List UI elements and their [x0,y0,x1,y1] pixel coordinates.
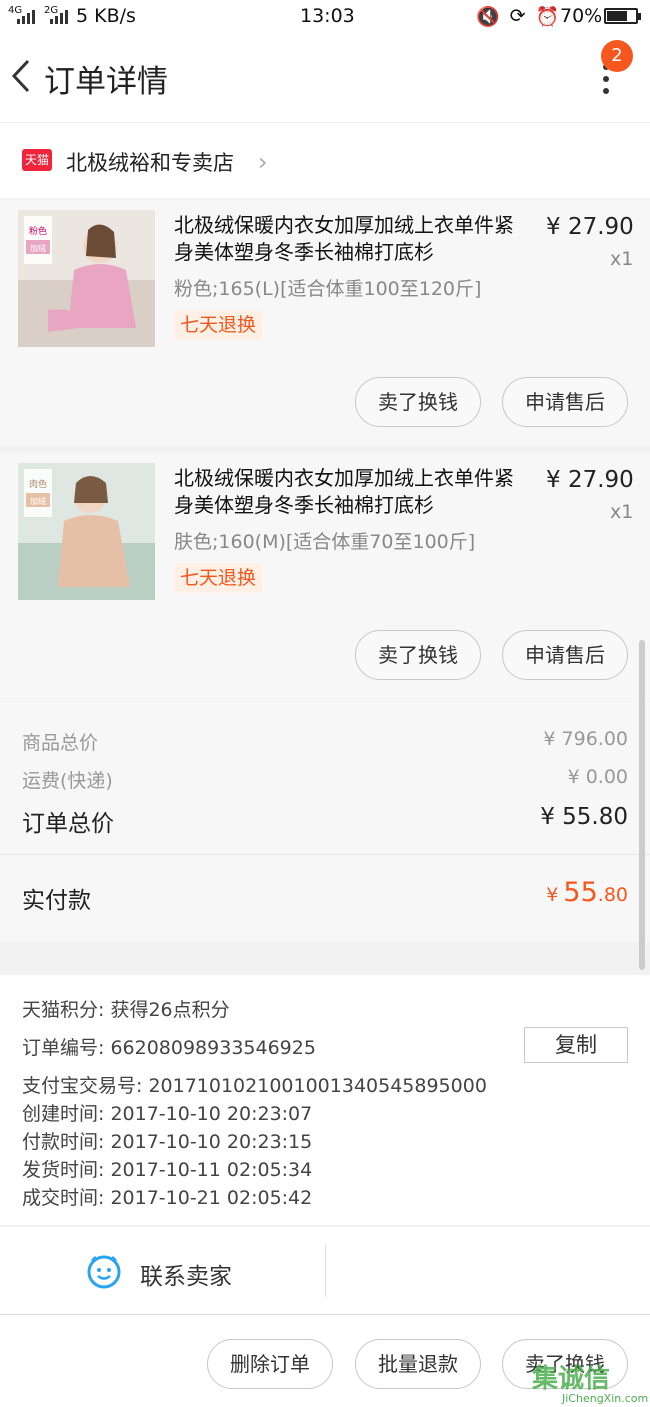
price-summary: 商品总价 ¥ 796.00 运费(快递) ¥ 0.00 订单总价 ¥ 55.80… [0,702,650,942]
product-sku: 粉色;165(L)[适合体重100至120斤] [174,278,482,300]
product-quantity: x1 [610,501,634,523]
contact-seller-row: 联系卖家 [0,1226,650,1314]
product-thumbnail[interactable]: 粉色 加绒 [18,210,155,347]
alipay-number: 支付宝交易号: 2017101021001001340545895000 [22,1075,487,1097]
amount-paid-value: ¥ 55.80 [546,877,628,908]
return-policy-badge: 七天退换 [174,310,263,340]
watermark-logo: 集诚信 JiChengXin.com [532,1364,649,1405]
contact-seller-button[interactable]: 联系卖家 [140,1257,232,1291]
product-title[interactable]: 北极绒保暖内衣女加厚加绒上衣单件紧身美体塑身冬季长袖棉打底杉 [174,465,530,519]
copy-button[interactable]: 复制 [524,1027,628,1063]
order-total-label: 订单总价 [22,811,114,837]
thumb-label-2: 加绒 [30,496,46,506]
nav-bar: 订单详情 2 [0,34,650,122]
scrollbar[interactable] [639,640,645,970]
clock: 13:03 [300,5,355,27]
order-total-value: ¥ 55.80 [540,804,628,830]
tmall-logo-icon: 天猫 [22,149,52,171]
shop-row[interactable]: 天猫 北极绒裕和专卖店 › [0,122,650,198]
delete-order-button[interactable]: 删除订单 [207,1339,333,1389]
after-sale-button[interactable]: 申请售后 [502,377,628,427]
goods-total-label: 商品总价 [22,732,99,754]
completed-time: 成交时间: 2017-10-21 02:05:42 [22,1187,313,1209]
signal-strength-2-icon [50,8,68,24]
points-info: 天猫积分: 获得26点积分 [22,999,230,1021]
batch-refund-button[interactable]: 批量退款 [355,1339,481,1389]
goods-total-value: ¥ 796.00 [543,728,628,750]
order-item[interactable]: 肉色 加绒 北极绒保暖内衣女加厚加绒上衣单件紧身美体塑身冬季长袖棉打底杉 ¥ 2… [0,453,650,701]
chat-face-icon[interactable] [86,1253,122,1289]
signal-strength-icon [17,8,35,24]
amount-paid-label: 实付款 [22,888,91,914]
sell-for-cash-button[interactable]: 卖了换钱 [355,630,481,680]
product-sku: 肤色;160(M)[适合体重70至100斤] [174,531,476,553]
notification-badge: 2 [601,40,633,72]
thumb-label-1: 肉色 [29,478,47,490]
chevron-right-icon: › [258,148,268,176]
paid-time: 付款时间: 2017-10-10 20:23:15 [22,1131,313,1153]
amount-paid-row: 实付款 ¥ 55.80 [0,854,650,940]
product-price: ¥ 27.90 [546,214,634,240]
created-time: 创建时间: 2017-10-10 20:23:07 [22,1103,313,1125]
return-policy-badge: 七天退换 [174,563,263,593]
thumb-label-2: 加绒 [30,243,46,253]
back-arrow-icon[interactable] [10,58,34,94]
product-thumbnail[interactable]: 肉色 加绒 [18,463,155,600]
order-number: 订单编号: 66208098933546925 [22,1037,316,1059]
divider [325,1245,326,1297]
product-quantity: x1 [610,248,634,270]
alarm-icon: ⏰ [535,6,560,28]
sell-for-cash-button[interactable]: 卖了换钱 [355,377,481,427]
after-sale-button[interactable]: 申请售后 [502,630,628,680]
shop-name: 北极绒裕和专卖店 [66,151,234,175]
product-price: ¥ 27.90 [546,467,634,493]
shipped-time: 发货时间: 2017-10-11 02:05:34 [22,1159,313,1181]
shipping-label: 运费(快递) [22,770,113,792]
status-bar: 4G 2G 5 KB/s 13:03 🔇 ⟳ ⏰ 70% [0,0,650,34]
mute-icon: 🔇 [476,6,500,28]
network-speed: 5 KB/s [76,5,136,27]
battery-icon [604,8,641,24]
shipping-value: ¥ 0.00 [567,766,628,788]
rotation-lock-icon: ⟳ [509,5,526,27]
product-title[interactable]: 北极绒保暖内衣女加厚加绒上衣单件紧身美体塑身冬季长袖棉打底杉 [174,212,530,266]
battery-percent: 70% [560,5,603,27]
thumb-label-1: 粉色 [29,225,47,237]
order-item[interactable]: 粉色 加绒 北极绒保暖内衣女加厚加绒上衣单件紧身美体塑身冬季长袖棉打底杉 ¥ 2… [0,200,650,446]
page-title: 订单详情 [44,64,168,100]
order-info: 天猫积分: 获得26点积分 订单编号: 66208098933546925 复制… [0,975,650,1225]
